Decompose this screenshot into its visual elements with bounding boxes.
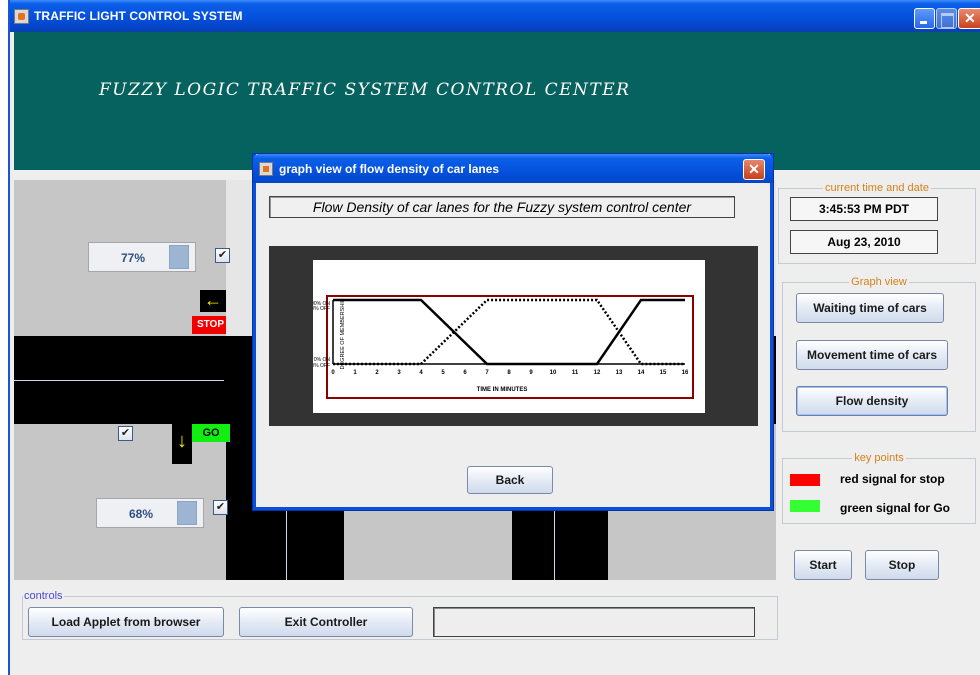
red-swatch <box>790 474 820 486</box>
status-field[interactable] <box>433 607 755 637</box>
time-display: 3:45:53 PM PDT <box>790 197 938 221</box>
series-line-dotted <box>333 298 685 366</box>
dialog-close-icon[interactable]: ✕ <box>743 159 765 180</box>
waiting-time-button[interactable]: Waiting time of cars <box>796 293 944 323</box>
lane-divider-horizontal <box>14 380 224 381</box>
y-axis-label: DEGREE OF MEMBERSHIP <box>340 298 346 369</box>
road-vertical-right <box>512 500 608 580</box>
chart-border <box>326 295 694 399</box>
x-tick-label: 9 <box>529 370 533 376</box>
movement-time-button[interactable]: Movement time of cars <box>796 340 948 370</box>
maximize-button[interactable] <box>936 8 957 29</box>
x-tick-label: 1 <box>353 370 357 376</box>
bottom-lane-checkbox-left[interactable]: ✔ <box>118 426 133 441</box>
x-tick-label: 2 <box>375 370 379 376</box>
lane-divider-left <box>286 510 287 580</box>
minimize-button[interactable] <box>914 8 935 29</box>
x-tick-label: 3 <box>397 370 401 376</box>
bottom-lane-progress: 68% <box>96 498 204 528</box>
time-panel-legend: current time and date <box>825 182 929 194</box>
date-display: Aug 23, 2010 <box>790 230 938 254</box>
x-tick-label: 6 <box>463 370 467 376</box>
red-key-label: red signal for stop <box>840 472 945 486</box>
bottom-lane-progress-label: 68% <box>129 507 154 521</box>
top-lane-progress: 77% <box>88 242 196 272</box>
bottom-lane-progress-fill <box>177 501 197 525</box>
flow-density-chart: 100% ON 0% OFF 0% ON 100% OFF DEGREE OF … <box>306 295 694 399</box>
go-signal: GO <box>192 424 230 442</box>
exit-controller-button[interactable]: Exit Controller <box>239 607 413 637</box>
stop-signal: STOP <box>192 316 226 334</box>
bottom-lane-checkbox[interactable]: ✔ <box>213 500 228 515</box>
y-tick-bottom-2: 100% OFF <box>313 363 330 369</box>
graph-view-legend: Graph view <box>851 276 907 288</box>
banner-heading: FUZZY LOGIC TRAFFIC SYSTEM CONTROL CENTE… <box>99 80 631 100</box>
block-bottom-center <box>344 510 512 580</box>
stop-button[interactable]: Stop <box>865 550 939 580</box>
close-button[interactable] <box>958 8 980 29</box>
window-title: TRAFFIC LIGHT CONTROL SYSTEM <box>34 9 243 23</box>
lane-divider-right <box>554 510 555 580</box>
back-button[interactable]: Back <box>467 466 553 494</box>
series-line-solid <box>333 298 685 366</box>
graph-image: 100% ON 0% OFF 0% ON 100% OFF DEGREE OF … <box>306 260 705 413</box>
start-button[interactable]: Start <box>794 550 852 580</box>
x-tick-label: 16 <box>682 370 689 376</box>
x-tick-label: 8 <box>507 370 511 376</box>
x-tick-label: 11 <box>572 370 579 376</box>
graph-dialog: graph view of flow density of car lanes … <box>253 154 773 510</box>
x-tick-label: 13 <box>616 370 623 376</box>
header-banner: FUZZY LOGIC TRAFFIC SYSTEM CONTROL CENTE… <box>14 32 980 170</box>
x-tick-labels: 0 1 2 3 4 5 6 7 8 9 10 11 12 13 14 15 16 <box>331 370 689 376</box>
dialog-title-bar[interactable]: graph view of flow density of car lanes … <box>253 154 773 183</box>
green-swatch <box>790 500 820 512</box>
series-lines <box>333 298 685 366</box>
y-tick-top-2: 0% OFF <box>313 306 330 312</box>
top-lane-progress-fill <box>169 245 189 269</box>
graph-frame: 100% ON 0% OFF 0% ON 100% OFF DEGREE OF … <box>269 246 758 426</box>
java-app-icon <box>259 162 273 176</box>
controls-legend: controls <box>24 590 63 602</box>
x-tick-label: 5 <box>441 370 445 376</box>
x-axis-label: TIME IN MINUTES <box>477 387 528 393</box>
x-tick-label: 0 <box>331 370 335 376</box>
green-key-label: green signal for Go <box>840 501 951 515</box>
main-window: TRAFFIC LIGHT CONTROL SYSTEM FUZZY LOGIC… <box>8 0 980 675</box>
x-tick-label: 12 <box>594 370 601 376</box>
x-tick-label: 4 <box>419 370 423 376</box>
dialog-heading: Flow Density of car lanes for the Fuzzy … <box>269 196 735 218</box>
key-points-legend: key points <box>854 452 904 464</box>
x-tick-label: 10 <box>550 370 557 376</box>
title-bar[interactable]: TRAFFIC LIGHT CONTROL SYSTEM <box>10 0 980 32</box>
x-tick-label: 14 <box>638 370 645 376</box>
load-applet-button[interactable]: Load Applet from browser <box>28 607 224 637</box>
x-tick-label: 7 <box>485 370 489 376</box>
java-app-icon <box>14 9 29 24</box>
dialog-title: graph view of flow density of car lanes <box>279 162 500 176</box>
top-lane-progress-label: 77% <box>121 251 146 265</box>
down-arrow-icon: ↓ <box>172 424 192 464</box>
left-arrow-icon: ← <box>200 290 226 312</box>
flow-density-button[interactable]: Flow density <box>796 386 948 416</box>
top-lane-checkbox[interactable]: ✔ <box>215 248 230 263</box>
x-tick-label: 15 <box>660 370 667 376</box>
